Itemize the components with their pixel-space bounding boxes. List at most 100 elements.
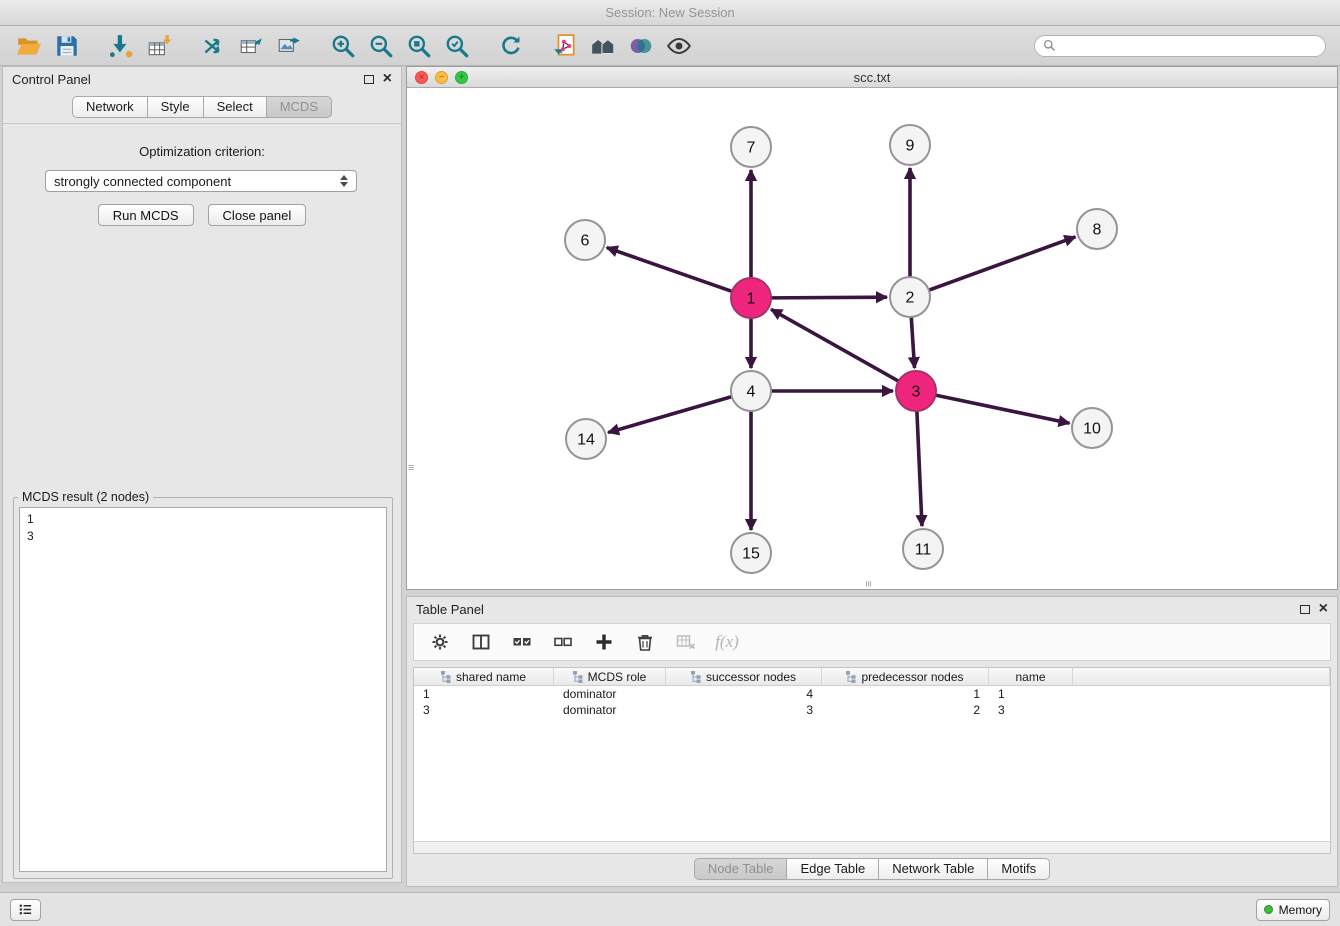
task-history-button[interactable] [10, 899, 41, 921]
cell-successor-nodes[interactable]: 3 [666, 702, 822, 718]
function-builder-button[interactable]: f(x) [715, 630, 739, 654]
column-label: shared name [456, 670, 526, 684]
column-header-shared-name[interactable]: shared name [414, 668, 554, 685]
cell-shared-name[interactable]: 1 [414, 686, 554, 702]
memory-button[interactable]: Memory [1256, 899, 1330, 921]
traffic-zoom-icon[interactable]: + [455, 71, 468, 84]
cell-successor-nodes[interactable]: 4 [666, 686, 822, 702]
save-session-button[interactable] [48, 30, 86, 62]
select-all-rows-button[interactable] [510, 630, 534, 654]
close-panel-icon[interactable]: × [383, 72, 392, 86]
network-document-button[interactable] [546, 30, 584, 62]
graph-node-1[interactable]: 1 [731, 278, 771, 318]
add-row-button[interactable] [592, 630, 616, 654]
search-field[interactable] [1034, 35, 1326, 57]
status-bar: Memory [0, 892, 1340, 926]
graph-edge-3-11[interactable] [917, 411, 922, 526]
table-horizontal-scrollbar[interactable] [414, 841, 1330, 853]
graph-node-10[interactable]: 10 [1072, 408, 1112, 448]
tab-motifs[interactable]: Motifs [987, 858, 1050, 880]
import-network-button[interactable] [102, 30, 140, 62]
import-network-icon [108, 33, 134, 59]
graph-node-11[interactable]: 11 [903, 529, 943, 569]
tab-node-table[interactable]: Node Table [694, 858, 787, 880]
plus-icon [594, 632, 614, 652]
close-panel-button[interactable]: Close panel [208, 204, 307, 226]
result-item[interactable]: 3 [27, 528, 379, 545]
graph-node-9[interactable]: 9 [890, 125, 930, 165]
cell-shared-name[interactable]: 3 [414, 702, 554, 718]
zoom-fit-button[interactable] [400, 30, 438, 62]
result-item[interactable]: 1 [27, 511, 379, 528]
import-table-icon [146, 33, 172, 59]
export-table-icon [238, 33, 264, 59]
table-row[interactable]: 3 dominator 3 2 3 [414, 702, 1330, 718]
column-header-successor-nodes[interactable]: successor nodes [666, 668, 822, 685]
graph-edge-3-10[interactable] [936, 395, 1070, 423]
delete-table-button[interactable] [674, 630, 698, 654]
delete-rows-button[interactable] [633, 630, 657, 654]
cell-name[interactable]: 1 [989, 686, 1073, 702]
float-panel-icon[interactable] [364, 75, 374, 84]
apply-style-button[interactable] [622, 30, 660, 62]
open-folder-icon [16, 33, 42, 59]
graph-node-7[interactable]: 7 [731, 127, 771, 167]
graph-node-8[interactable]: 8 [1077, 209, 1117, 249]
graph-node-4[interactable]: 4 [731, 371, 771, 411]
traffic-close-icon[interactable]: × [415, 71, 428, 84]
criterion-select[interactable]: strongly connected component [45, 170, 357, 192]
graph-edge-2-8[interactable] [929, 237, 1076, 290]
zoom-selected-button[interactable] [438, 30, 476, 62]
tab-network-table[interactable]: Network Table [878, 858, 987, 880]
graph-node-14[interactable]: 14 [566, 419, 606, 459]
refresh-view-button[interactable] [492, 30, 530, 62]
column-label: successor nodes [706, 670, 796, 684]
select-columns-button[interactable] [469, 630, 493, 654]
graph-edge-1-2[interactable] [771, 297, 887, 298]
open-session-button[interactable] [10, 30, 48, 62]
svg-text:7: 7 [747, 140, 756, 157]
traffic-minimize-icon[interactable]: − [435, 71, 448, 84]
column-header-predecessor-nodes[interactable]: predecessor nodes [822, 668, 989, 685]
graph-edge-4-14[interactable] [608, 397, 732, 433]
table-empty-area [414, 718, 1330, 841]
import-table-button[interactable] [140, 30, 178, 62]
graph-node-2[interactable]: 2 [890, 277, 930, 317]
network-graph[interactable]: 7 9 6 8 1 2 4 3 14 10 15 11 [407, 88, 1337, 589]
cell-mcds-role[interactable]: dominator [554, 686, 666, 702]
graph-edge-3-1[interactable] [771, 309, 899, 381]
first-neighbors-button[interactable] [584, 30, 622, 62]
deselect-all-rows-button[interactable] [551, 630, 575, 654]
run-mcds-button[interactable]: Run MCDS [98, 204, 194, 226]
graph-node-3[interactable]: 3 [896, 371, 936, 411]
float-panel-icon[interactable] [1300, 605, 1310, 614]
column-header-mcds-role[interactable]: MCDS role [554, 668, 666, 685]
table-settings-button[interactable] [428, 630, 452, 654]
graph-node-6[interactable]: 6 [565, 220, 605, 260]
graph-edge-1-6[interactable] [607, 248, 732, 292]
search-input[interactable] [1061, 39, 1317, 53]
svg-text:14: 14 [577, 432, 595, 449]
tab-network[interactable]: Network [72, 96, 147, 118]
new-network-button[interactable] [194, 30, 232, 62]
close-panel-icon[interactable]: × [1319, 602, 1328, 616]
splitter-handle-vertical[interactable]: ≡ [408, 463, 414, 473]
graph-node-15[interactable]: 15 [731, 533, 771, 573]
cell-predecessor-nodes[interactable]: 1 [822, 686, 989, 702]
cell-predecessor-nodes[interactable]: 2 [822, 702, 989, 718]
tab-style[interactable]: Style [147, 96, 203, 118]
table-row[interactable]: 1 dominator 4 1 1 [414, 686, 1330, 702]
export-table-button[interactable] [232, 30, 270, 62]
cell-name[interactable]: 3 [989, 702, 1073, 718]
zoom-out-button[interactable] [362, 30, 400, 62]
graph-edge-2-3[interactable] [911, 317, 914, 368]
zoom-in-button[interactable] [324, 30, 362, 62]
tab-mcds[interactable]: MCDS [266, 96, 332, 118]
export-image-button[interactable] [270, 30, 308, 62]
column-header-name[interactable]: name [989, 668, 1073, 685]
cell-mcds-role[interactable]: dominator [554, 702, 666, 718]
show-hide-button[interactable] [660, 30, 698, 62]
tab-edge-table[interactable]: Edge Table [786, 858, 878, 880]
splitter-handle-horizontal[interactable]: ≡ [863, 581, 873, 587]
tab-select[interactable]: Select [203, 96, 266, 118]
